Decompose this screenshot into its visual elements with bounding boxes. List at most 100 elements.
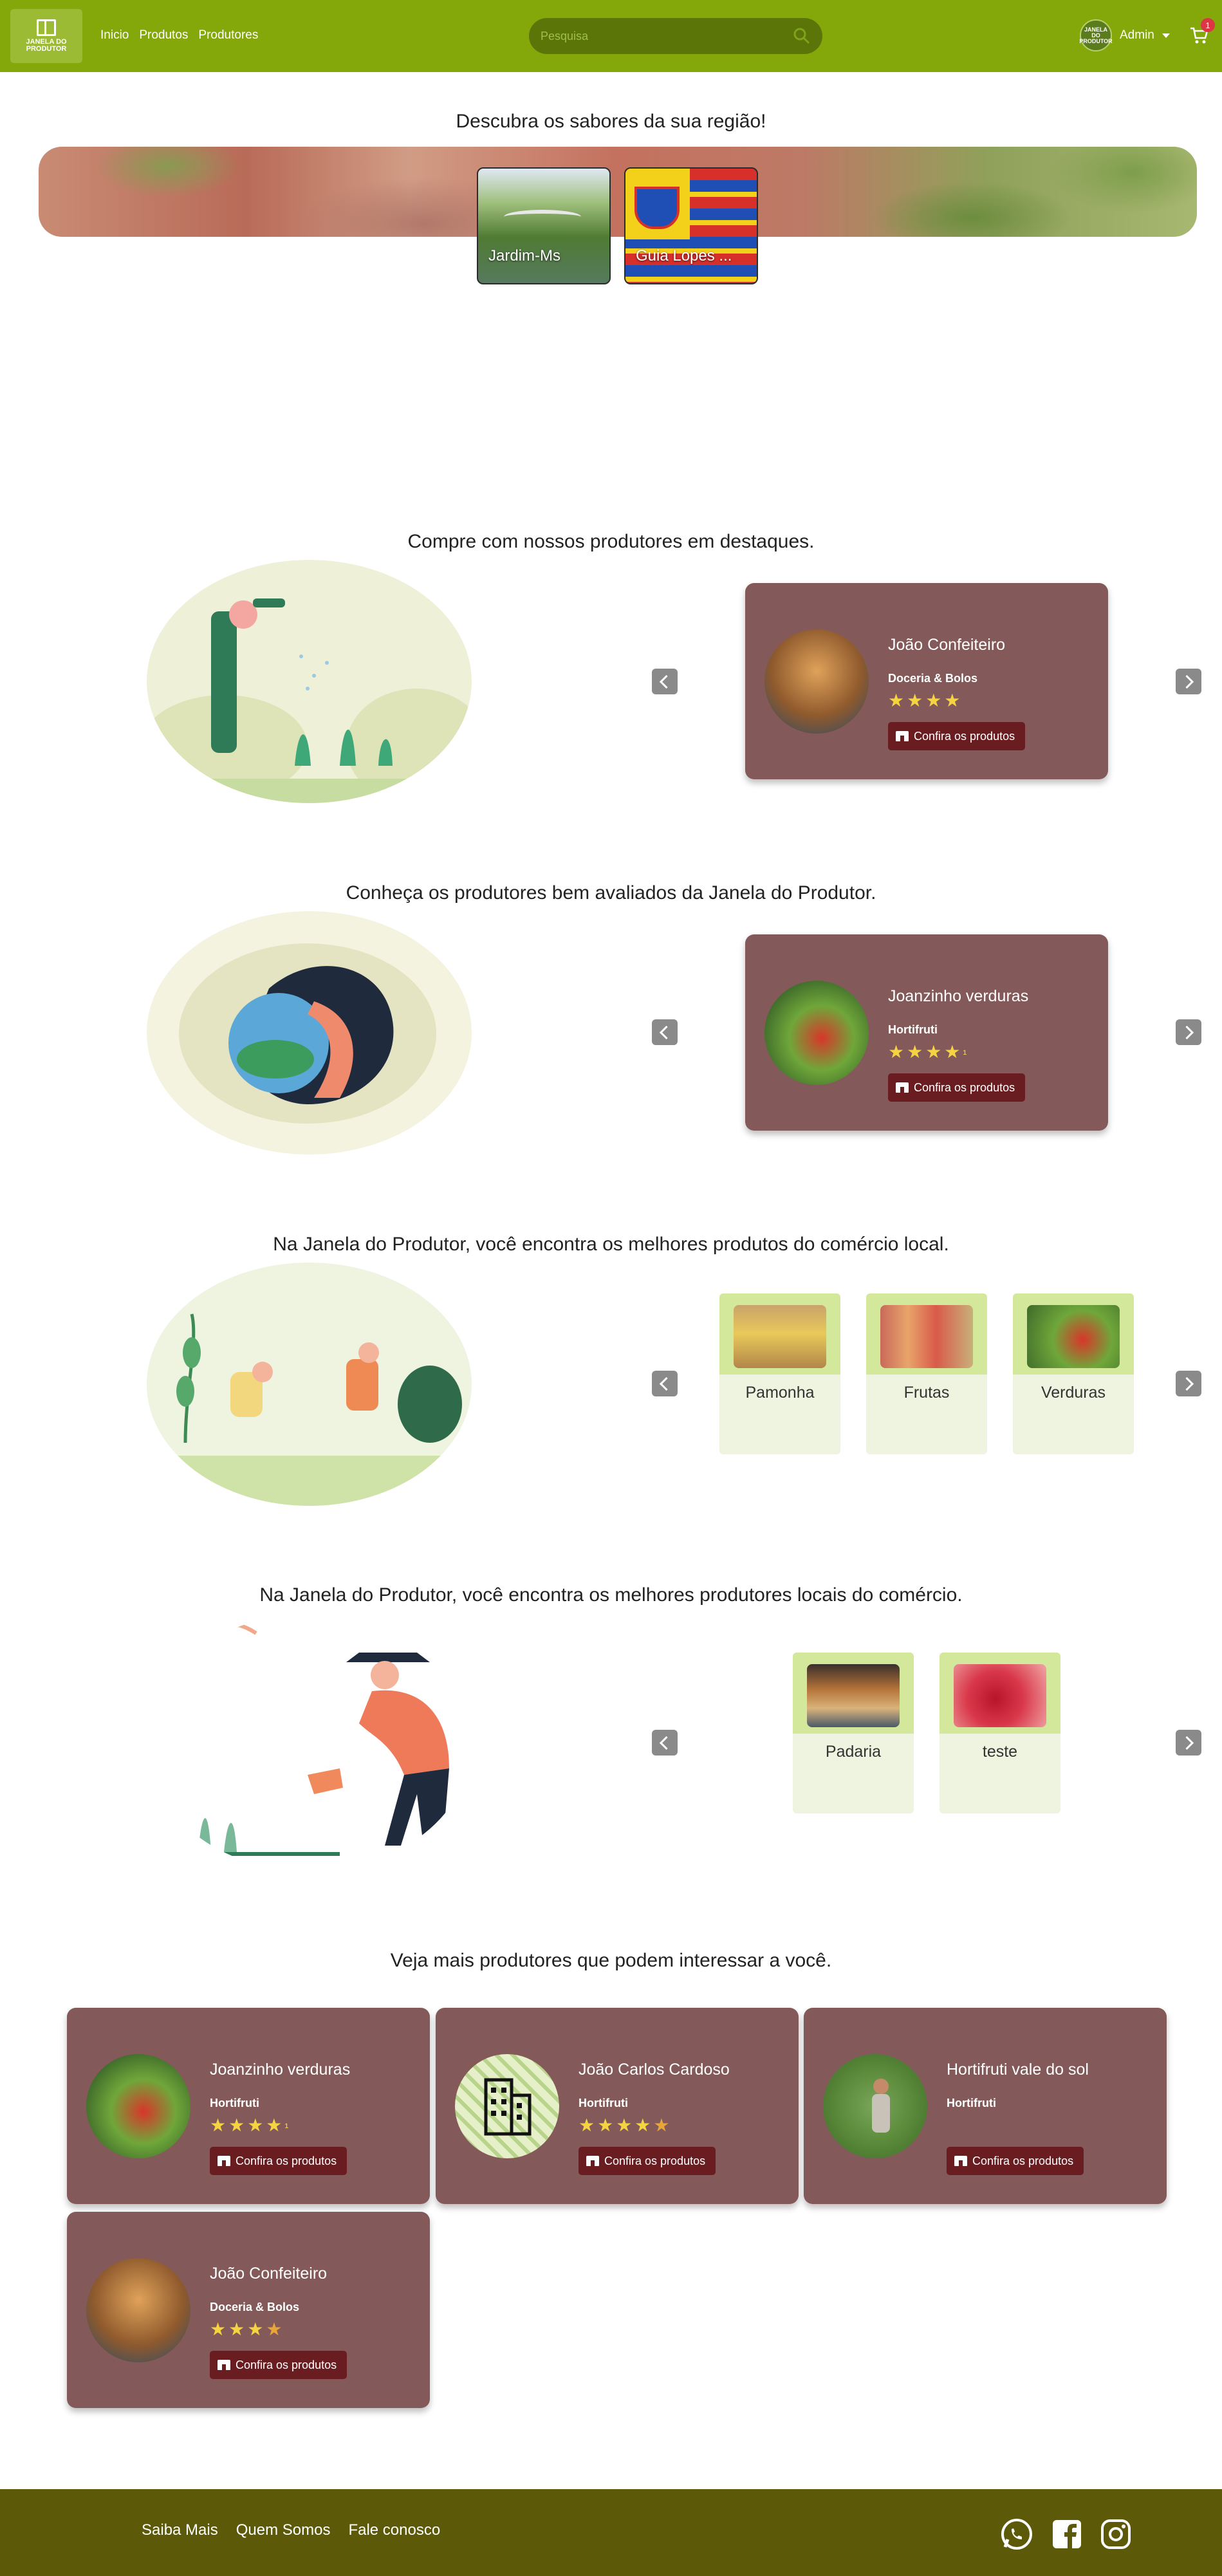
category-image [807,1664,900,1727]
store-icon [896,1082,909,1093]
footer: Saiba Mais Quem Somos Fale conosco [0,2489,1222,2576]
view-products-button[interactable]: Confira os produtos [888,722,1026,750]
logo[interactable]: JANELA DO PRODUTOR [10,9,82,63]
producer-name: Hortifruti vale do sol [947,2061,1089,2079]
search-input[interactable] [541,24,785,48]
search-box [529,18,822,54]
producer-category: Hortifruti [579,2097,628,2109]
stars-half: ★ [266,2319,285,2339]
rating-stars: ★★★★ [210,2319,284,2340]
footer-link-fale-conosco[interactable]: Fale conosco [348,2521,440,2539]
nav-produtos[interactable]: Produtos [139,28,188,42]
producer-card: João Confeiteiro Doceria & Bolos ★★★★ Co… [67,2212,430,2408]
product-label: Pamonha [745,1384,815,1402]
hero-title: Descubra os sabores da sua região! [456,111,766,132]
nav-links: Inicio Produtos Produtores [100,28,258,42]
button-label: Confira os produtos [914,729,1015,743]
product-image [880,1305,973,1368]
stars-half: ¹ [284,2121,292,2134]
store-icon [954,2156,967,2166]
earth-illustration [147,911,472,1154]
footer-link-quem-somos[interactable]: Quem Somos [236,2521,331,2539]
view-products-button[interactable]: Confira os produtos [579,2147,716,2175]
product-card-frutas[interactable]: Frutas [866,1293,987,1454]
nav-inicio[interactable]: Inicio [100,28,129,42]
category-image [954,1664,1046,1727]
view-products-button[interactable]: Confira os produtos [888,1073,1026,1102]
product-card-verduras[interactable]: Verduras [1013,1293,1134,1454]
bridge-image [504,210,581,224]
user-menu[interactable]: JANELA DO PRODUTOR Admin [1079,19,1170,51]
rating-stars: ★★★★ [888,690,963,710]
producer-categories-title: Na Janela do Produtor, você encontra os … [259,1584,963,1606]
producer-name: Joanzinho verduras [210,2061,351,2079]
rating-stars: ★★★★★ [579,2115,672,2136]
carousel-next-button[interactable] [1176,1371,1201,1396]
producer-name: João Carlos Cardoso [579,2061,730,2079]
producer-photo [455,2054,559,2158]
instagram-icon[interactable] [1099,2517,1133,2551]
producer-name: João Confeiteiro [888,636,1006,654]
chevron-down-icon [1162,33,1170,38]
user-name: Admin [1120,28,1154,42]
producer-category: Hortifruti [947,2097,996,2109]
nav-produtores[interactable]: Produtores [198,28,258,42]
footer-link-saiba-mais[interactable]: Saiba Mais [142,2521,218,2539]
hero-banner [39,147,1197,237]
city-label: Jardim-Ms [488,247,560,264]
product-label: Verduras [1041,1384,1106,1402]
carousel-next-button[interactable] [1176,1019,1201,1045]
producer-name: João Confeiteiro [210,2265,328,2283]
avatar: JANELA DO PRODUTOR [1079,19,1113,51]
producer-photo [86,2054,190,2158]
farmer-photo [872,2079,890,2133]
producer-card: João Carlos Cardoso Hortifruti ★★★★★ Con… [436,2008,799,2204]
carousel-prev-button[interactable] [652,1730,678,1756]
category-label: Padaria [825,1743,882,1761]
building-icon [484,2078,532,2136]
carousel-prev-button[interactable] [652,1019,678,1045]
button-label: Confira os produtos [236,2154,337,2167]
facebook-icon[interactable] [1050,2517,1084,2551]
producer-category: Hortifruti [210,2097,259,2109]
store-icon [896,731,909,741]
product-image [1027,1305,1120,1368]
carousel-next-button[interactable] [1176,669,1201,694]
carousel-prev-button[interactable] [652,669,678,694]
view-products-button[interactable]: Confira os produtos [947,2147,1084,2175]
carousel-next-button[interactable] [1176,1730,1201,1756]
producer-photo [764,981,869,1085]
city-label: Guia Lopes ... [636,247,732,264]
producer-card: Joanzinho verduras Hortifruti ★★★★¹ Conf… [67,2008,430,2204]
producer-photo [764,629,869,734]
producer-photo [86,2258,190,2362]
city-card-jardim[interactable]: Jardim-Ms [477,167,611,284]
view-products-button[interactable]: Confira os produtos [210,2351,347,2379]
category-card-teste[interactable]: teste [940,1653,1060,1813]
carousel-prev-button[interactable] [652,1371,678,1396]
whatsapp-icon[interactable] [1000,2517,1033,2551]
producer-photo [823,2054,927,2158]
product-card-pamonha[interactable]: Pamonha [719,1293,840,1454]
logo-text-line2: PRODUTOR [26,45,67,53]
producer-card: João Confeiteiro Doceria & Bolos ★★★★ Co… [745,583,1108,779]
cart-count-badge: 1 [1201,18,1215,32]
navbar: JANELA DO PRODUTOR Inicio Produtos Produ… [0,0,1222,72]
search-icon[interactable] [793,27,811,45]
watering-illustration [147,1614,472,1871]
product-label: Frutas [903,1384,950,1402]
footer-links: Saiba Mais Quem Somos Fale conosco [142,2521,440,2539]
view-products-button[interactable]: Confira os produtos [210,2147,347,2175]
products-title: Na Janela do Produtor, você encontra os … [273,1234,949,1255]
producer-name: Joanzinho verduras [888,987,1029,1005]
stars-full: ★★★★ [888,1042,963,1062]
producer-category: Doceria & Bolos [888,672,978,685]
button-label: Confira os produtos [236,2358,337,2371]
producer-card: Hortifruti vale do sol Hortifruti Confir… [804,2008,1167,2204]
gardener-illustration [147,560,472,803]
category-label: teste [982,1743,1018,1761]
button-label: Confira os produtos [972,2154,1074,2167]
city-card-guia-lopes[interactable]: Guia Lopes ... [624,167,758,284]
more-producers-title: Veja mais produtores que podem interessa… [390,1950,832,1971]
category-card-padaria[interactable]: Padaria [793,1653,914,1813]
